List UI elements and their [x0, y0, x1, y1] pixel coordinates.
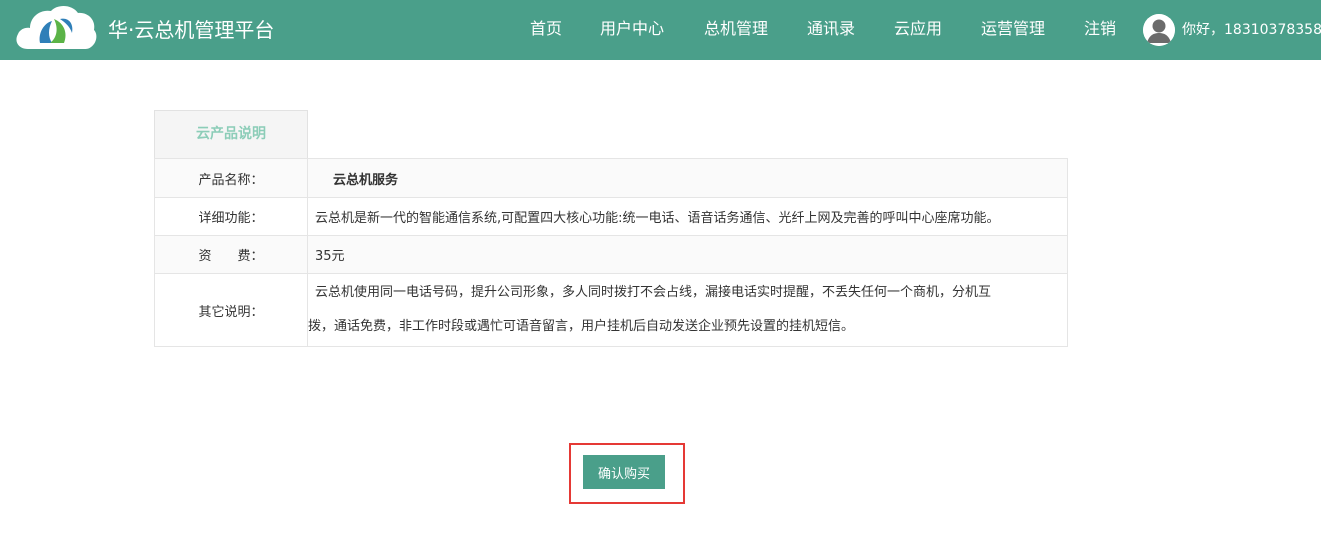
nav-home[interactable]: 首页 [530, 18, 562, 40]
product-name-label: 产品名称： [155, 159, 308, 197]
table-row: 详细功能： 云总机是新一代的智能通信系统,可配置四大核心功能:统一电话、语音话务… [155, 197, 1067, 235]
nav-operations-management[interactable]: 运营管理 [981, 18, 1045, 40]
features-label: 详细功能： [155, 198, 308, 235]
user-greeting: 你好，18310378358 [1182, 22, 1321, 38]
confirm-purchase-button[interactable]: 确认购买 [583, 455, 665, 489]
tab-cloud-product-description[interactable]: 云产品说明 [154, 110, 308, 158]
platform-title: 华·云总机管理平台 [108, 18, 275, 42]
nav-logout[interactable]: 注销 [1084, 18, 1116, 40]
table-row: 其它说明： 云总机使用同一电话号码，提升公司形象，多人同时拨打不会占线，漏接电话… [155, 273, 1067, 346]
product-detail-table: 产品名称： 云总机服务 详细功能： 云总机是新一代的智能通信系统,可配置四大核心… [154, 158, 1068, 347]
table-row: 资 费： 35元 [155, 235, 1067, 273]
other-notes-label: 其它说明： [155, 274, 308, 346]
table-row: 产品名称： 云总机服务 [155, 159, 1067, 197]
product-name-value: 云总机服务 [333, 172, 399, 188]
nav-cloud-apps[interactable]: 云应用 [894, 18, 942, 40]
features-value: 云总机是新一代的智能通信系统,可配置四大核心功能:统一电话、语音话务通信、光纤上… [315, 211, 1000, 226]
top-header: 华·云总机管理平台 首页 用户中心 总机管理 通讯录 云应用 运营管理 注销 你… [0, 0, 1321, 60]
user-avatar-icon[interactable] [1143, 14, 1175, 46]
nav-switchboard-management[interactable]: 总机管理 [704, 18, 768, 40]
nav-user-center[interactable]: 用户中心 [600, 18, 664, 40]
cloud-logo-icon [16, 5, 97, 49]
other-notes-line-2: 拨，通话免费，非工作时段或遇忙可语音留言，用户挂机后自动发送企业预先设置的挂机短… [308, 319, 855, 334]
fee-value: 35元 [315, 249, 345, 264]
other-notes-line-1: 云总机使用同一电话号码，提升公司形象，多人同时拨打不会占线，漏接电话实时提醒，不… [315, 285, 992, 300]
nav-contacts[interactable]: 通讯录 [807, 18, 855, 40]
other-notes-value: 云总机使用同一电话号码，提升公司形象，多人同时拨打不会占线，漏接电话实时提醒，不… [308, 274, 1067, 346]
fee-label: 资 费： [155, 236, 308, 273]
